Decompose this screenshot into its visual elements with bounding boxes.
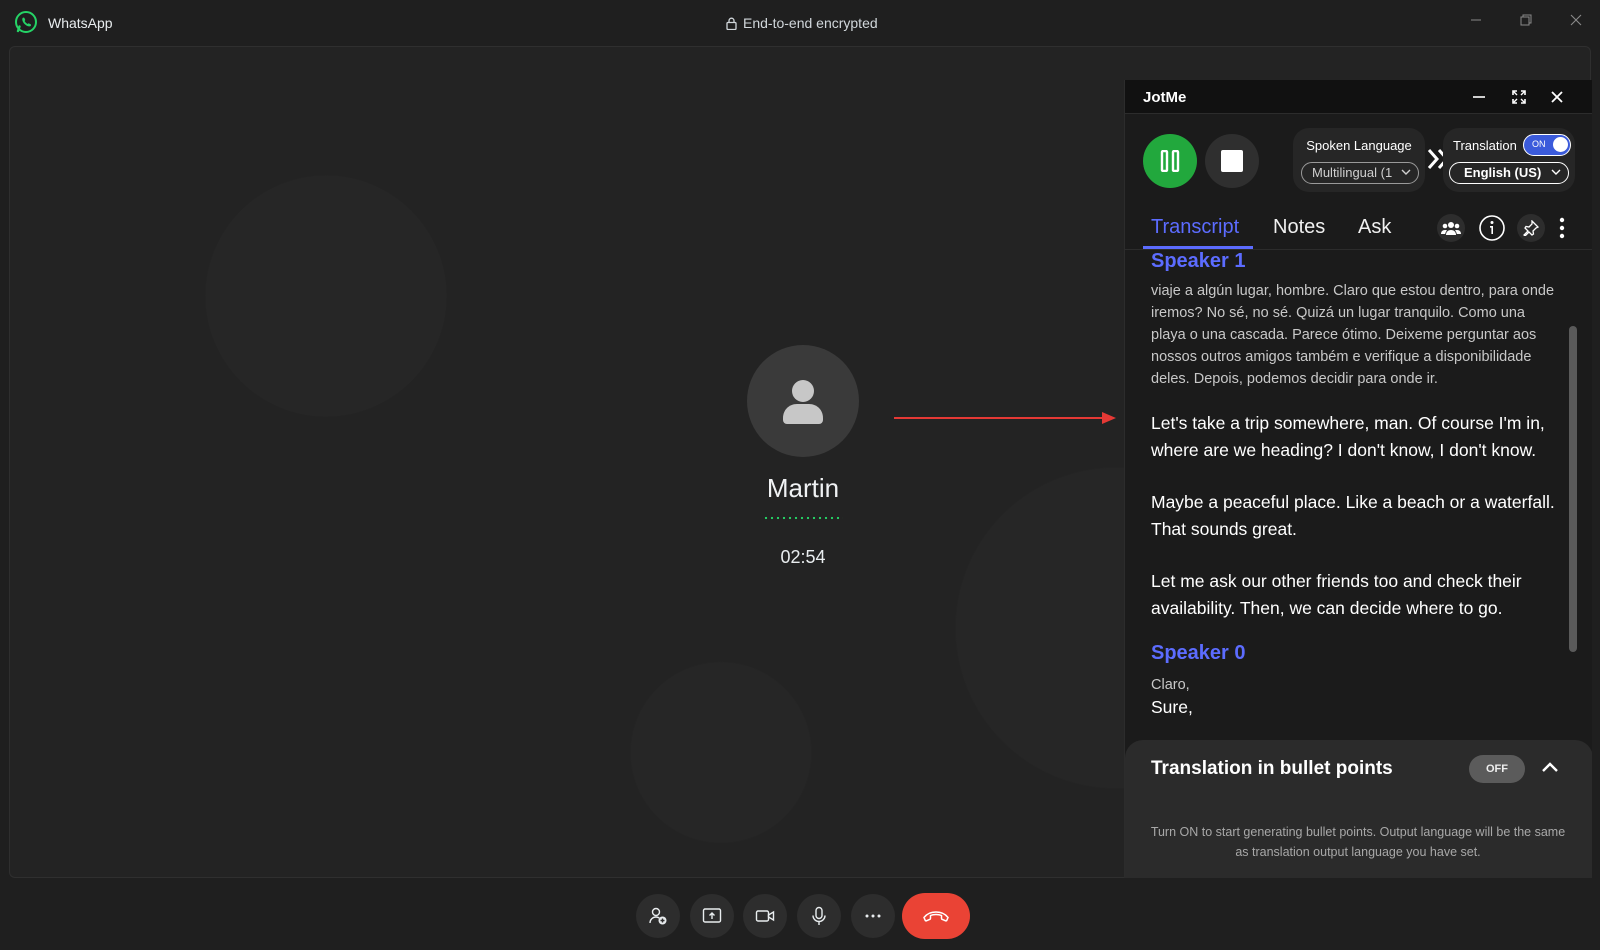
spoken-language-box: Spoken Language Multilingual (1 (1293, 128, 1425, 192)
video-button[interactable] (743, 894, 787, 938)
maximize-button[interactable] (1506, 8, 1546, 32)
share-screen-icon (702, 908, 722, 923)
add-participant-icon (649, 907, 667, 925)
tab-notes[interactable]: Notes (1273, 216, 1325, 239)
encryption-text: End-to-end encrypted (743, 15, 878, 31)
jotme-tabs: Transcript Notes Ask (1125, 208, 1592, 250)
add-participant-button[interactable] (636, 894, 680, 938)
stop-icon (1221, 150, 1243, 172)
spoken-language-select[interactable]: Multilingual (1 (1301, 162, 1419, 184)
end-call-icon (923, 911, 949, 922)
chevron-down-icon (1551, 169, 1561, 175)
translation-label: Translation (1453, 138, 1517, 153)
translation-toggle[interactable]: ON (1523, 134, 1571, 156)
more-icon (865, 914, 881, 918)
info-icon (1479, 215, 1505, 241)
microphone-button[interactable] (797, 894, 841, 938)
restore-icon (1520, 14, 1532, 26)
jotme-minimize-button[interactable] (1467, 86, 1491, 108)
microphone-icon (812, 906, 826, 925)
active-tab-indicator (1143, 246, 1253, 249)
group-icon (1441, 222, 1461, 235)
minimize-button[interactable] (1456, 8, 1496, 32)
minimize-icon (1471, 19, 1481, 21)
tab-ask[interactable]: Ask (1358, 216, 1391, 239)
fullscreen-icon (1512, 90, 1526, 104)
jotme-panel: JotMe Spoken Language Multilingual (1 Tr… (1124, 80, 1592, 878)
call-controls (0, 882, 1600, 950)
caller-avatar (747, 345, 859, 457)
encryption-status: End-to-end encrypted (726, 15, 878, 31)
caller-name: Martin (766, 473, 840, 503)
original-text: Claro, (1151, 677, 1190, 693)
app-name: WhatsApp (48, 15, 113, 31)
translated-text: Maybe a peaceful place. Like a beach or … (1151, 492, 1555, 539)
minimize-icon (1473, 96, 1485, 98)
spoken-language-label: Spoken Language (1306, 138, 1412, 153)
speaker-label: Speaker 1 (1151, 250, 1246, 272)
bullet-points-title: Translation in bullet points (1151, 758, 1393, 779)
translated-text: Let's take a trip somewhere, man. Of cou… (1151, 413, 1545, 460)
speaker-label: Speaker 0 (1151, 642, 1246, 664)
translation-box: Translation ON English (US) (1443, 128, 1575, 192)
jotme-fullscreen-button[interactable] (1507, 86, 1531, 108)
close-icon (1551, 91, 1563, 103)
bullet-points-description: Turn ON to start generating bullet point… (1150, 825, 1566, 859)
info-button[interactable] (1478, 214, 1506, 242)
more-options-button[interactable] (851, 894, 895, 938)
jotme-close-button[interactable] (1545, 86, 1569, 108)
participants-button[interactable] (1437, 214, 1465, 242)
translation-toggle-state: ON (1532, 139, 1546, 149)
translated-text: Let me ask our other friends too and che… (1151, 571, 1522, 618)
close-icon (1570, 14, 1582, 26)
bullet-points-toggle[interactable]: OFF (1469, 755, 1525, 783)
whatsapp-logo-icon (15, 11, 37, 33)
lock-icon (726, 17, 737, 30)
transcript-scrollbar[interactable] (1569, 326, 1577, 652)
toggle-knob (1553, 137, 1568, 152)
pause-recording-button[interactable] (1143, 134, 1197, 188)
more-vertical-icon (1559, 217, 1565, 239)
call-duration: 02:54 (780, 547, 826, 567)
jotme-header: JotMe (1125, 80, 1592, 114)
pin-button[interactable] (1517, 214, 1545, 242)
end-call-button[interactable] (902, 893, 970, 939)
jotme-title: JotMe (1143, 89, 1187, 106)
close-window-button[interactable] (1556, 8, 1596, 32)
chevron-up-icon[interactable] (1541, 760, 1559, 774)
person-icon (783, 380, 823, 424)
transcript-area: Speaker 1 viaje a algún lugar, hombre. C… (1125, 250, 1592, 740)
spoken-language-value: Multilingual (1 (1312, 165, 1393, 180)
translation-language-value: English (US) (1464, 165, 1542, 180)
stop-recording-button[interactable] (1205, 134, 1259, 188)
bullet-points-toggle-state: OFF (1486, 763, 1508, 775)
pin-icon (1523, 220, 1539, 236)
chevron-down-icon (1401, 169, 1411, 175)
share-screen-button[interactable] (690, 894, 734, 938)
video-icon (755, 910, 775, 922)
bullet-points-panel: Translation in bullet points OFF Turn ON… (1125, 740, 1592, 878)
tab-transcript[interactable]: Transcript (1151, 216, 1239, 239)
title-bar: WhatsApp End-to-end encrypted (0, 0, 1600, 46)
more-options-button[interactable] (1555, 214, 1569, 242)
translation-language-select[interactable]: English (US) (1449, 162, 1569, 184)
pause-icon (1160, 150, 1180, 172)
call-status-dots (763, 516, 843, 520)
original-text: viaje a algún lugar, hombre. Claro que e… (1151, 283, 1555, 387)
translated-text: Sure, (1151, 697, 1193, 717)
annotation-arrow (894, 412, 1116, 424)
